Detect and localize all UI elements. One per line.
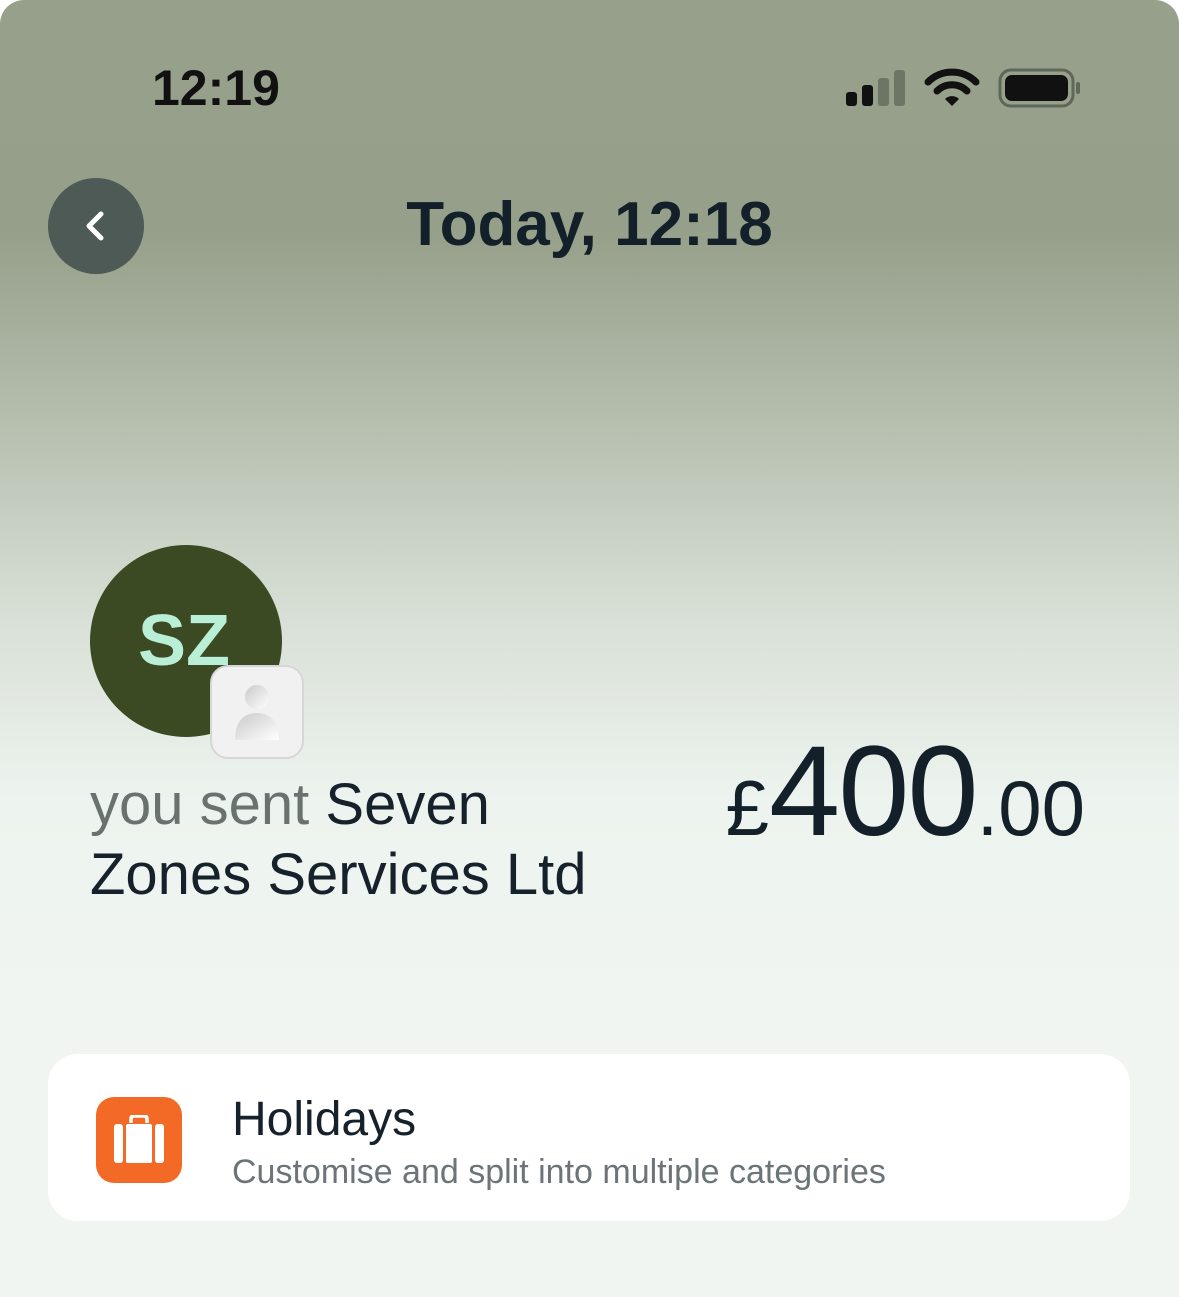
person-icon xyxy=(235,685,279,740)
transaction-description: you sent Seven Zones Services Ltd xyxy=(90,770,650,910)
battery-icon xyxy=(998,68,1082,108)
description-prefix: you sent xyxy=(90,772,310,837)
transaction-detail-screen: 12:19 Today, 12:18 SZ you sent Seven Zon… xyxy=(0,0,1179,1297)
contact-badge xyxy=(210,665,304,759)
amount-whole: 400 xyxy=(769,720,979,863)
amount-decimal: .00 xyxy=(976,764,1085,852)
transaction-amount: £400.00 xyxy=(726,718,1085,865)
suitcase-icon xyxy=(96,1097,182,1183)
wifi-icon xyxy=(924,66,980,108)
category-subtitle: Customise and split into multiple catego… xyxy=(232,1153,886,1191)
amount-currency: £ xyxy=(725,764,769,852)
status-time: 12:19 xyxy=(152,60,280,116)
page-title: Today, 12:18 xyxy=(406,190,773,259)
category-title: Holidays xyxy=(232,1093,417,1146)
category-card[interactable]: Holidays Customise and split into multip… xyxy=(48,1054,1130,1221)
cellular-signal-icon xyxy=(846,70,906,106)
